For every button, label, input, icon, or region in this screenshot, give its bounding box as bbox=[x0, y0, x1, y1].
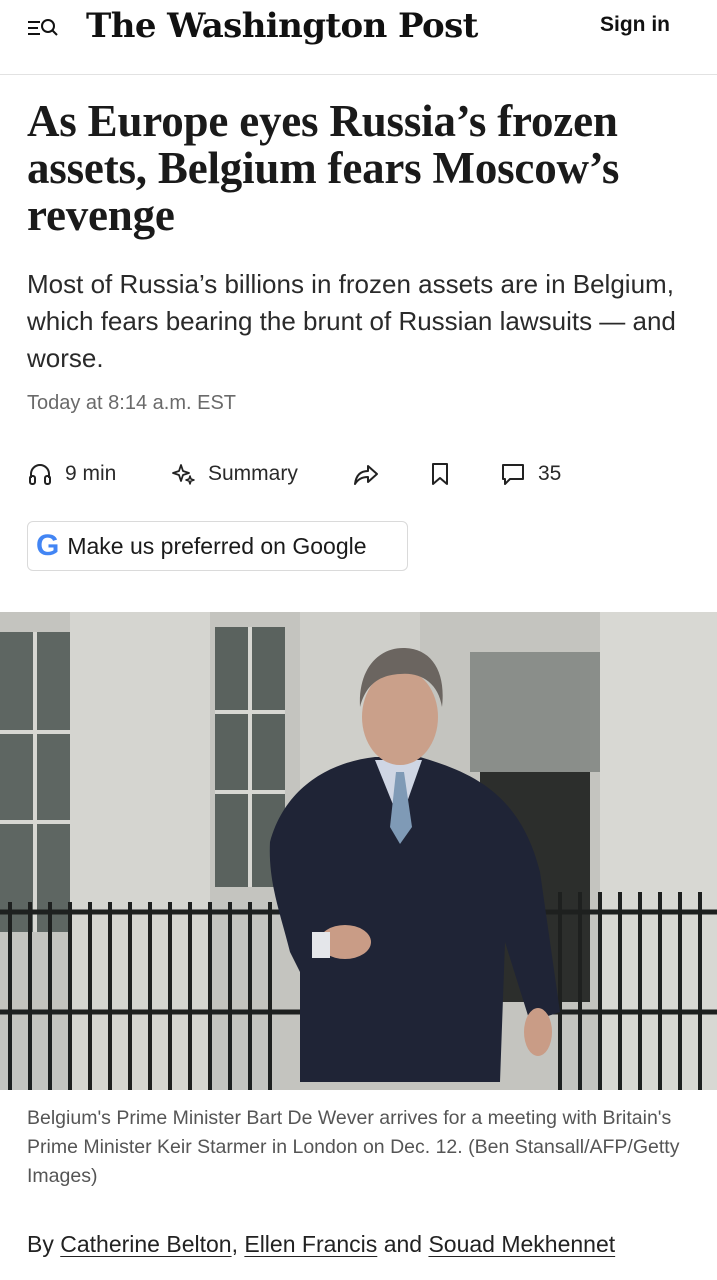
article-dek: Most of Russia’s billions in frozen asse… bbox=[27, 269, 676, 373]
bookmark-button[interactable] bbox=[429, 456, 451, 492]
share-button[interactable] bbox=[352, 456, 380, 492]
comments-button[interactable]: 35 bbox=[500, 456, 561, 492]
sign-in-button[interactable]: Sign in bbox=[600, 13, 670, 37]
sparkle-icon bbox=[172, 464, 195, 485]
preferred-on-google-button[interactable]: G Make us preferred on Google bbox=[27, 521, 408, 571]
listen-button[interactable]: 9 min bbox=[27, 456, 116, 492]
article-photo[interactable] bbox=[0, 612, 717, 1090]
listen-duration: 9 min bbox=[65, 462, 117, 485]
article-headline: As Europe eyes Russia’s frozen assets, B… bbox=[27, 96, 620, 240]
byline: By Catherine Belton, Ellen Francis and S… bbox=[27, 1231, 615, 1258]
menu-search-button[interactable] bbox=[26, 12, 62, 42]
site-logo[interactable]: The Washington Post bbox=[86, 4, 478, 48]
byline-and: and bbox=[383, 1231, 423, 1257]
byline-prefix: By bbox=[27, 1231, 54, 1257]
summary-label: Summary bbox=[208, 462, 298, 485]
photo-caption: Belgium's Prime Minister Bart De Wever a… bbox=[27, 1107, 680, 1187]
publish-timestamp: Today at 8:14 a.m. EST bbox=[27, 392, 236, 414]
byline-separator: , bbox=[231, 1231, 238, 1257]
menu-search-icon bbox=[28, 19, 58, 36]
summary-button[interactable]: Summary bbox=[170, 456, 298, 492]
share-icon bbox=[354, 465, 378, 485]
author-link-ellen-francis[interactable]: Ellen Francis bbox=[244, 1231, 377, 1257]
article-actions: 9 min Summary 35 bbox=[27, 456, 687, 492]
comment-icon bbox=[502, 464, 524, 485]
preferred-on-google-label: Make us preferred on Google bbox=[67, 532, 367, 559]
photo-illustration bbox=[0, 612, 717, 1090]
google-g-icon: G bbox=[36, 529, 60, 562]
headphones-icon bbox=[29, 464, 51, 485]
top-bar: The Washington Post Sign in bbox=[0, 0, 717, 75]
author-link-souad-mekhennet[interactable]: Souad Mekhennet bbox=[428, 1231, 615, 1257]
author-link-catherine-belton[interactable]: Catherine Belton bbox=[60, 1231, 231, 1257]
comments-count: 35 bbox=[538, 462, 562, 485]
bookmark-icon bbox=[432, 463, 448, 485]
